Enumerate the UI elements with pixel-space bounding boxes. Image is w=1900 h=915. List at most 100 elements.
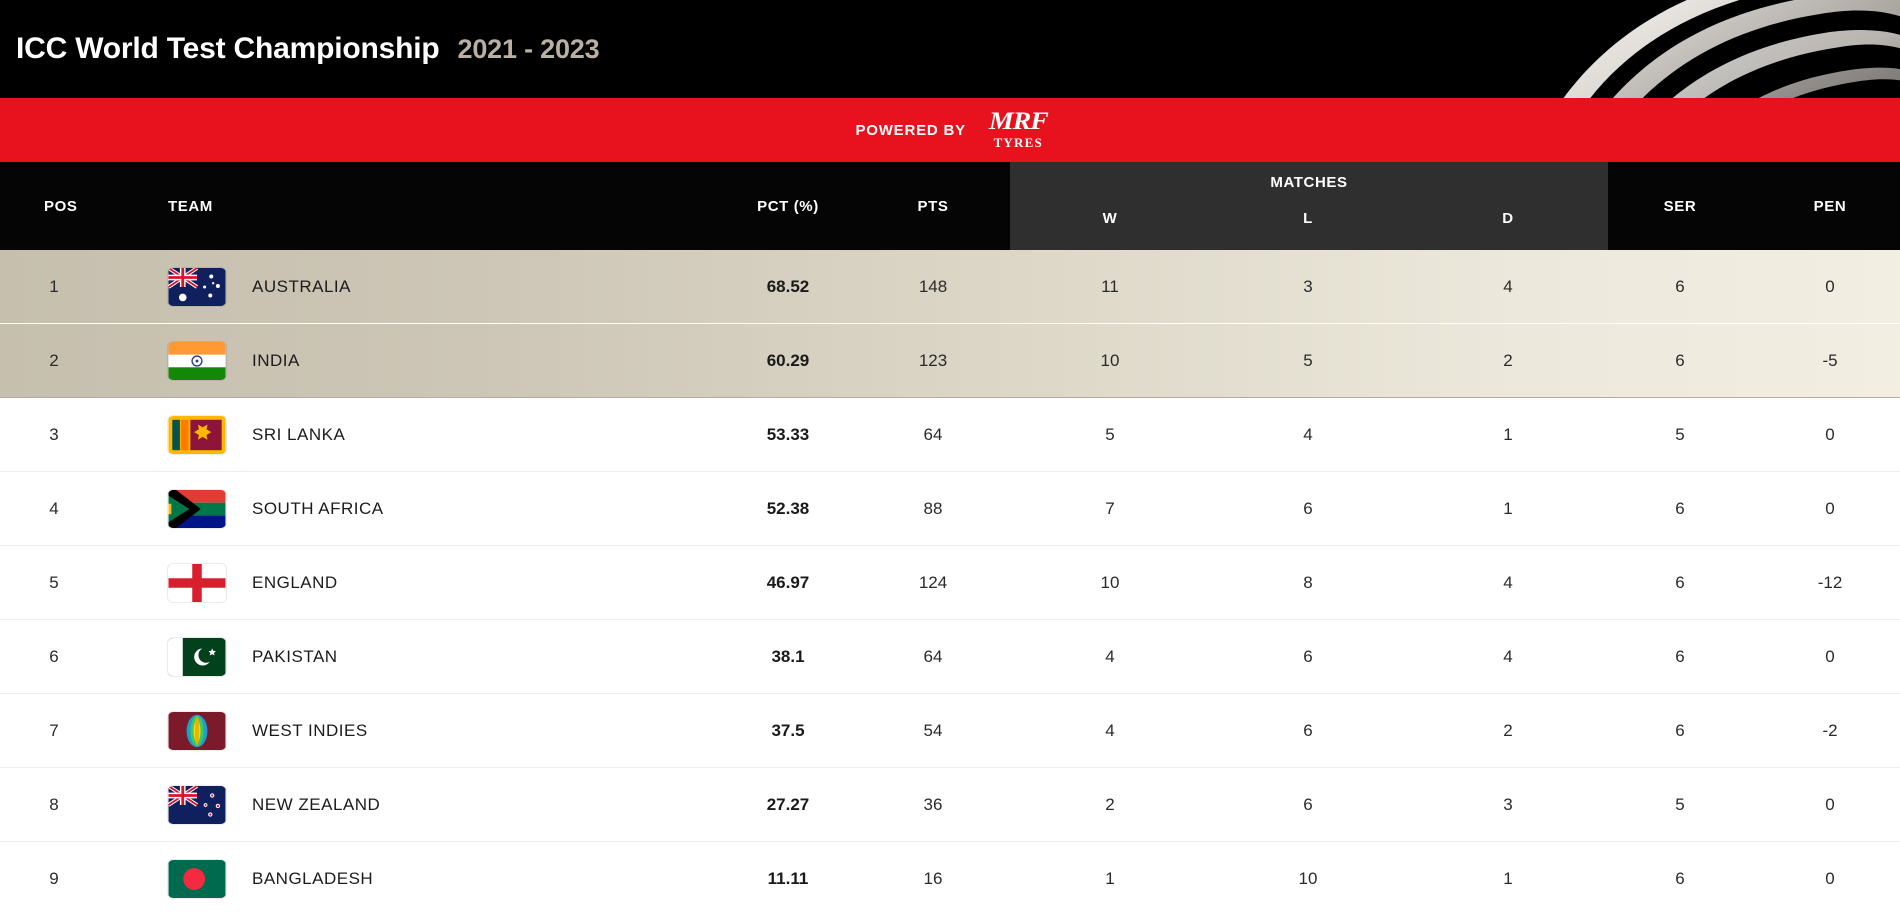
cell-position: 1 bbox=[49, 277, 59, 296]
cell-wins: 10 bbox=[1100, 351, 1120, 370]
cell-team-name[interactable]: BANGLADESH bbox=[252, 842, 582, 915]
cell-penalty: -12 bbox=[1817, 573, 1843, 592]
cell-draws: 4 bbox=[1503, 277, 1513, 296]
cell-pct: 53.33 bbox=[766, 425, 810, 444]
cell-losses: 5 bbox=[1303, 351, 1313, 370]
cell-penalty: 0 bbox=[1825, 499, 1835, 518]
cell-points: 88 bbox=[923, 499, 943, 518]
cell-pct: 68.52 bbox=[766, 277, 810, 296]
cell-losses: 10 bbox=[1298, 869, 1318, 888]
cell-series: 6 bbox=[1675, 351, 1685, 370]
cell-penalty: 0 bbox=[1825, 647, 1835, 666]
cell-position: 3 bbox=[49, 425, 59, 444]
table-row[interactable]: 4 SOUTH AFRICA 52.38 88 7 6 1 6 0 bbox=[0, 472, 1900, 546]
cell-wins: 11 bbox=[1101, 277, 1119, 296]
cell-pct: 37.5 bbox=[771, 721, 805, 740]
cell-position: 5 bbox=[49, 573, 59, 592]
column-header-team[interactable]: TEAM bbox=[168, 198, 213, 215]
column-header-pct[interactable]: PCT (%) bbox=[748, 198, 828, 215]
table-row[interactable]: 1 AUSTRALIA 68.52 148 11 3 4 6 0 bbox=[0, 250, 1900, 324]
page-title: ICC World Test Championship bbox=[16, 32, 440, 65]
cell-draws: 1 bbox=[1503, 425, 1513, 444]
table-row[interactable]: 9 BANGLADESH 11.11 16 1 10 1 6 0 bbox=[0, 842, 1900, 915]
column-header-draws[interactable]: D bbox=[1458, 210, 1558, 227]
column-header-pts[interactable]: PTS bbox=[898, 198, 968, 215]
table-body: 1 AUSTRALIA 68.52 148 11 3 4 6 0 2 INDIA 60.29 123 10… bbox=[0, 250, 1900, 915]
page-header: ICC World Test Championship 2021 - 2023 bbox=[0, 0, 1900, 98]
cell-losses: 8 bbox=[1303, 573, 1313, 592]
flag-india-icon bbox=[168, 324, 230, 398]
table-row[interactable]: 6 PAKISTAN 38.1 64 4 6 4 6 0 bbox=[0, 620, 1900, 694]
cell-points: 36 bbox=[923, 795, 943, 814]
cell-draws: 1 bbox=[1503, 869, 1513, 888]
cell-points: 124 bbox=[918, 573, 948, 592]
cell-series: 5 bbox=[1675, 795, 1685, 814]
flag-new-zealand-icon bbox=[168, 768, 230, 842]
cell-series: 6 bbox=[1675, 721, 1685, 740]
table-row[interactable]: 3 SRI LANKA 53.33 64 5 4 1 5 0 bbox=[0, 398, 1900, 472]
cell-draws: 4 bbox=[1503, 647, 1513, 666]
cell-pct: 27.27 bbox=[766, 795, 810, 814]
cell-team-name[interactable]: PAKISTAN bbox=[252, 620, 582, 694]
cell-wins: 5 bbox=[1105, 425, 1115, 444]
cell-wins: 4 bbox=[1105, 647, 1115, 666]
cell-losses: 6 bbox=[1303, 721, 1313, 740]
flag-bangladesh-icon bbox=[168, 842, 230, 915]
column-header-losses[interactable]: L bbox=[1258, 210, 1358, 227]
cell-team-name[interactable]: INDIA bbox=[252, 324, 582, 398]
cell-losses: 6 bbox=[1303, 647, 1313, 666]
column-header-pos[interactable]: POS bbox=[44, 198, 77, 215]
cell-penalty: -2 bbox=[1822, 721, 1838, 740]
table-row[interactable]: 2 INDIA 60.29 123 10 5 2 6 -5 bbox=[0, 324, 1900, 398]
cell-wins: 10 bbox=[1100, 573, 1120, 592]
cell-points: 64 bbox=[923, 647, 943, 666]
cell-pct: 46.97 bbox=[766, 573, 810, 592]
cell-losses: 6 bbox=[1303, 499, 1313, 518]
flag-australia-icon bbox=[168, 250, 230, 324]
cell-position: 9 bbox=[49, 869, 59, 888]
swoosh-graphic bbox=[1563, 0, 1900, 98]
tyres-wordmark: TYRES bbox=[993, 135, 1043, 150]
cell-team-name[interactable]: NEW ZEALAND bbox=[252, 768, 582, 842]
flag-pakistan-icon bbox=[168, 620, 230, 694]
table-row[interactable]: 8 NEW ZEALAND 27.27 36 2 6 3 5 0 bbox=[0, 768, 1900, 842]
cell-series: 6 bbox=[1675, 869, 1685, 888]
flag-england-icon bbox=[168, 546, 230, 620]
cell-wins: 1 bbox=[1105, 869, 1115, 888]
column-header-ser[interactable]: SER bbox=[1630, 198, 1730, 215]
cell-points: 148 bbox=[918, 277, 948, 296]
cell-team-name[interactable]: AUSTRALIA bbox=[252, 250, 582, 324]
table-row[interactable]: 5 ENGLAND 46.97 124 10 8 4 6 -12 bbox=[0, 546, 1900, 620]
cell-pct: 60.29 bbox=[766, 351, 810, 370]
cell-position: 7 bbox=[49, 721, 59, 740]
cell-penalty: -5 bbox=[1822, 351, 1838, 370]
column-header-pen[interactable]: PEN bbox=[1780, 198, 1880, 215]
flag-south-africa-icon bbox=[168, 472, 230, 546]
cell-pct: 38.1 bbox=[771, 647, 805, 666]
cell-team-name[interactable]: SOUTH AFRICA bbox=[252, 472, 582, 546]
cell-draws: 3 bbox=[1503, 795, 1513, 814]
cell-pct: 11.11 bbox=[767, 869, 809, 888]
cell-penalty: 0 bbox=[1825, 795, 1835, 814]
cell-penalty: 0 bbox=[1825, 277, 1835, 296]
cell-team-name[interactable]: ENGLAND bbox=[252, 546, 582, 620]
table-row[interactable]: 7 WEST INDIES 37.5 54 4 6 2 6 -2 bbox=[0, 694, 1900, 768]
season-years: 2021 - 2023 bbox=[457, 33, 600, 64]
cell-team-name[interactable]: WEST INDIES bbox=[252, 694, 582, 768]
cell-series: 6 bbox=[1675, 573, 1685, 592]
column-header-wins[interactable]: W bbox=[1060, 210, 1160, 227]
cell-wins: 7 bbox=[1105, 499, 1115, 518]
standings-table: POS TEAM PCT (%) PTS MATCHES W L D SER P… bbox=[0, 162, 1900, 915]
cell-points: 123 bbox=[918, 351, 948, 370]
cell-points: 54 bbox=[923, 721, 943, 740]
cell-penalty: 0 bbox=[1825, 425, 1835, 444]
mrf-wordmark: MRF bbox=[988, 108, 1049, 135]
powered-by-label: POWERED BY bbox=[855, 121, 966, 139]
mrf-tyres-logo: MRF TYRES bbox=[988, 108, 1049, 150]
cell-points: 64 bbox=[923, 425, 943, 444]
table-header-row: POS TEAM PCT (%) PTS MATCHES W L D SER P… bbox=[0, 162, 1900, 250]
cell-team-name[interactable]: SRI LANKA bbox=[252, 398, 582, 472]
cell-series: 6 bbox=[1675, 647, 1685, 666]
cell-draws: 2 bbox=[1503, 351, 1513, 370]
cell-losses: 4 bbox=[1303, 425, 1313, 444]
